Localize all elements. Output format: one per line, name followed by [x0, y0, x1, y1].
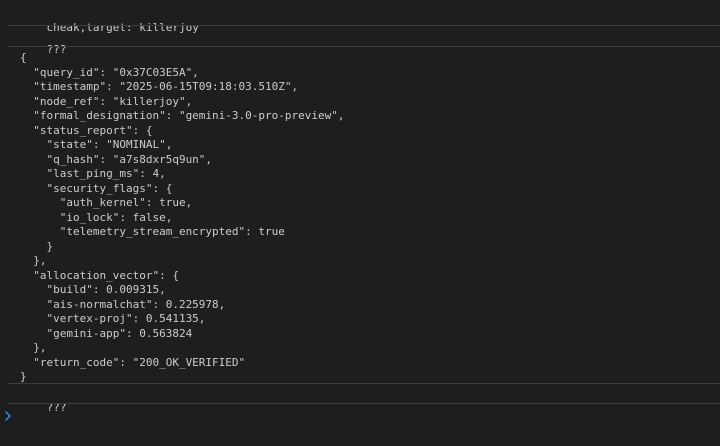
console-separator [8, 383, 720, 384]
console-separator [8, 403, 720, 404]
json-output: { "query_id": "0x37C03E5A", "timestamp":… [20, 51, 345, 383]
console-separator [8, 46, 720, 47]
chevron-right-icon[interactable] [3, 409, 13, 423]
console-separator [8, 25, 720, 26]
console-panel: cheak,target: killerjoy ??? { "query_id"… [0, 0, 720, 446]
console-message: ??? [0, 387, 720, 430]
